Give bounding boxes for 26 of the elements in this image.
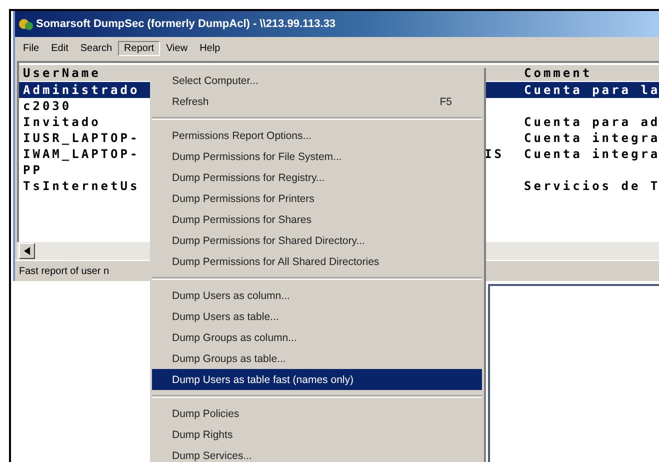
- menu-item-label: Permissions Report Options...: [172, 130, 312, 142]
- menu-item-label: Dump Users as table fast (names only): [172, 374, 354, 386]
- menu-item-label: Select Computer...: [172, 74, 258, 86]
- menu-item-label: Dump Groups as table...: [172, 352, 286, 364]
- menu-item-label: Dump Permissions for All Shared Directories: [172, 256, 380, 268]
- user-comment: Cuenta para la: [524, 83, 659, 97]
- menu-item-label: Dump Permissions for Shared Directory...: [172, 234, 365, 246]
- menu-item-label: Dump Permissions for Registry...: [172, 172, 325, 184]
- menu-item-label: Dump Services...: [172, 450, 252, 462]
- table-cell: IS: [484, 147, 504, 161]
- user-name: Administrado: [23, 83, 140, 97]
- shortcut-label: F5: [440, 96, 452, 108]
- menu-item-label: Dump Groups as column...: [172, 332, 297, 344]
- menu-item-label: Dump Users as table...: [172, 310, 279, 322]
- window-title: Somarsoft DumpSec (formerly DumpAcl) - \\213.99.113.33: [36, 18, 336, 30]
- menu-item-label: Dump Users as column...: [172, 290, 290, 302]
- user-comment: Cuenta integra: [524, 147, 659, 161]
- menu-item-label: Refresh: [172, 96, 209, 108]
- user-name: Invitado: [23, 115, 101, 129]
- menu-item-label: Dump Permissions for File System...: [172, 150, 342, 162]
- user-comment: Cuenta para ad: [524, 115, 659, 129]
- menu-item-label: Dump Permissions for Printers: [172, 192, 314, 204]
- status-text: Fast report of user n: [19, 266, 110, 276]
- menu-item-label: Dump Permissions for Shares: [172, 214, 312, 226]
- menu-item-label: Dump Policies: [172, 408, 240, 420]
- menu-item-label: Dump Rights: [172, 428, 233, 440]
